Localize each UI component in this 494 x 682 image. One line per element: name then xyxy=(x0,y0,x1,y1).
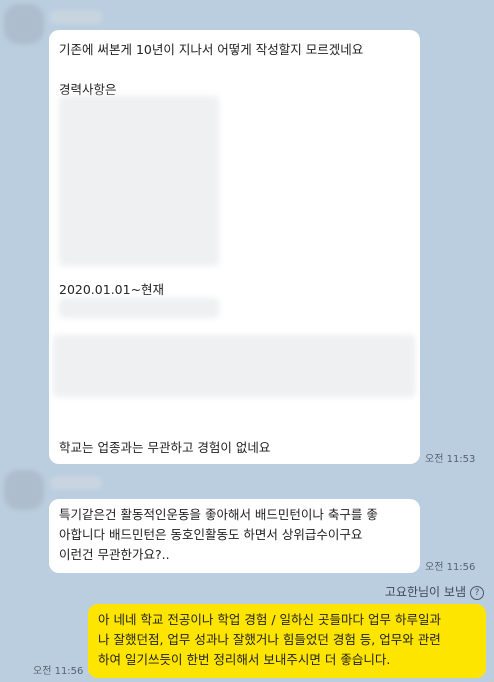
message-text: 나 잘했던점, 업무 성과나 잘했거나 힘들었던 경험 등, 업무와 관련 xyxy=(98,632,441,647)
sent-message-bubble[interactable]: 아 네네 학교 전공이나 학업 경험 / 일하신 곳들마다 업무 하루일과 나 … xyxy=(88,604,486,678)
sender-name-blurred xyxy=(50,476,102,490)
message-time: 오전 11:53 xyxy=(425,454,476,465)
message-time: 오전 11:56 xyxy=(33,666,84,677)
sender-name-blurred xyxy=(50,10,102,24)
message-text: 기존에 써본게 10년이 지나서 어떻게 작성할지 모르겠네요 xyxy=(59,42,364,57)
message-bubble[interactable]: 기존에 써본게 10년이 지나서 어떻게 작성할지 모르겠네요 경력사항은 20… xyxy=(49,30,420,464)
avatar[interactable] xyxy=(4,470,44,510)
message-text: 특기같은건 활동적인운동을 좋아해서 배드민턴이나 축구를 좋 xyxy=(59,507,378,522)
sent-by-text: 고요한님이 보냄 xyxy=(384,585,466,599)
message-time: 오전 11:56 xyxy=(425,562,476,573)
message-text: 아 네네 학교 전공이나 학업 경험 / 일하신 곳들마다 업무 하루일과 xyxy=(98,612,441,627)
message-text: 아합니다 배드민턴은 동호인활동도 하면서 상위급수이구요 xyxy=(59,527,363,542)
message-text: 하여 일기쓰듯이 한번 정리해서 보내주시면 더 좋습니다. xyxy=(98,652,391,667)
message-text: 2020.01.01~현재 xyxy=(59,282,165,297)
redacted-block xyxy=(59,298,219,318)
redacted-block xyxy=(59,96,219,266)
message-bubble[interactable]: 특기같은건 활동적인운동을 좋아해서 배드민턴이나 축구를 좋 아합니다 배드민… xyxy=(49,499,420,573)
help-icon[interactable]: ? xyxy=(470,585,484,600)
sent-by-label: 고요한님이 보냄? xyxy=(385,583,484,600)
redacted-block xyxy=(53,335,415,397)
message-text: 이런건 무관한가요?.. xyxy=(59,547,170,562)
avatar[interactable] xyxy=(4,4,44,44)
message-text: 학교는 업종과는 무관하고 경험이 없네요 xyxy=(59,440,271,455)
